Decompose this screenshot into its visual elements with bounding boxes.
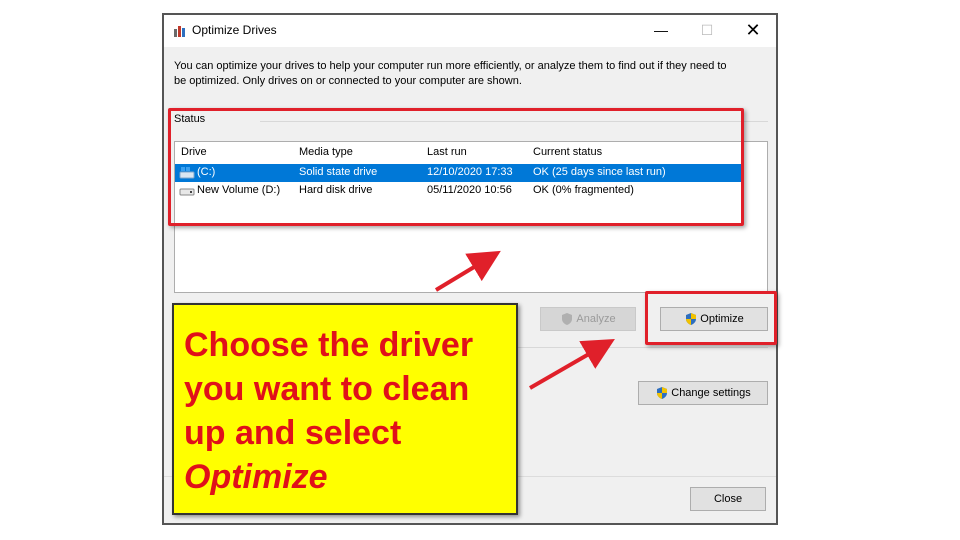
window-title: Optimize Drives (192, 23, 277, 37)
instruction-callout: Choose the driver you want to clean up a… (172, 303, 518, 515)
callout-line: Choose the driver (184, 326, 474, 364)
change-settings-button[interactable]: Change settings (638, 381, 768, 405)
optimize-highlight-box (645, 291, 777, 345)
title-bar: Optimize Drives — ☐ ✕ (164, 15, 776, 47)
minimize-button[interactable]: — (638, 15, 684, 47)
analyze-label: Analyze (576, 313, 616, 325)
callout-line: you want to clean (184, 370, 470, 408)
optimize-emphasis: Optimize (184, 458, 328, 496)
defrag-app-icon (174, 26, 185, 37)
shield-icon (657, 387, 668, 400)
callout-emphasis: Optimize (184, 455, 514, 499)
status-highlight-box (168, 108, 744, 226)
close-button[interactable]: Close (690, 487, 766, 511)
change-settings-label: Change settings (671, 387, 751, 399)
shield-icon (562, 313, 573, 326)
maximize-button[interactable]: ☐ (684, 15, 730, 47)
analyze-button[interactable]: Analyze (540, 307, 636, 331)
close-window-button[interactable]: ✕ (730, 15, 776, 47)
callout-text: Choose the driver you want to clean up a… (184, 323, 514, 499)
callout-line: up and select (184, 414, 402, 452)
description-text: You can optimize your drives to help you… (174, 60, 727, 87)
